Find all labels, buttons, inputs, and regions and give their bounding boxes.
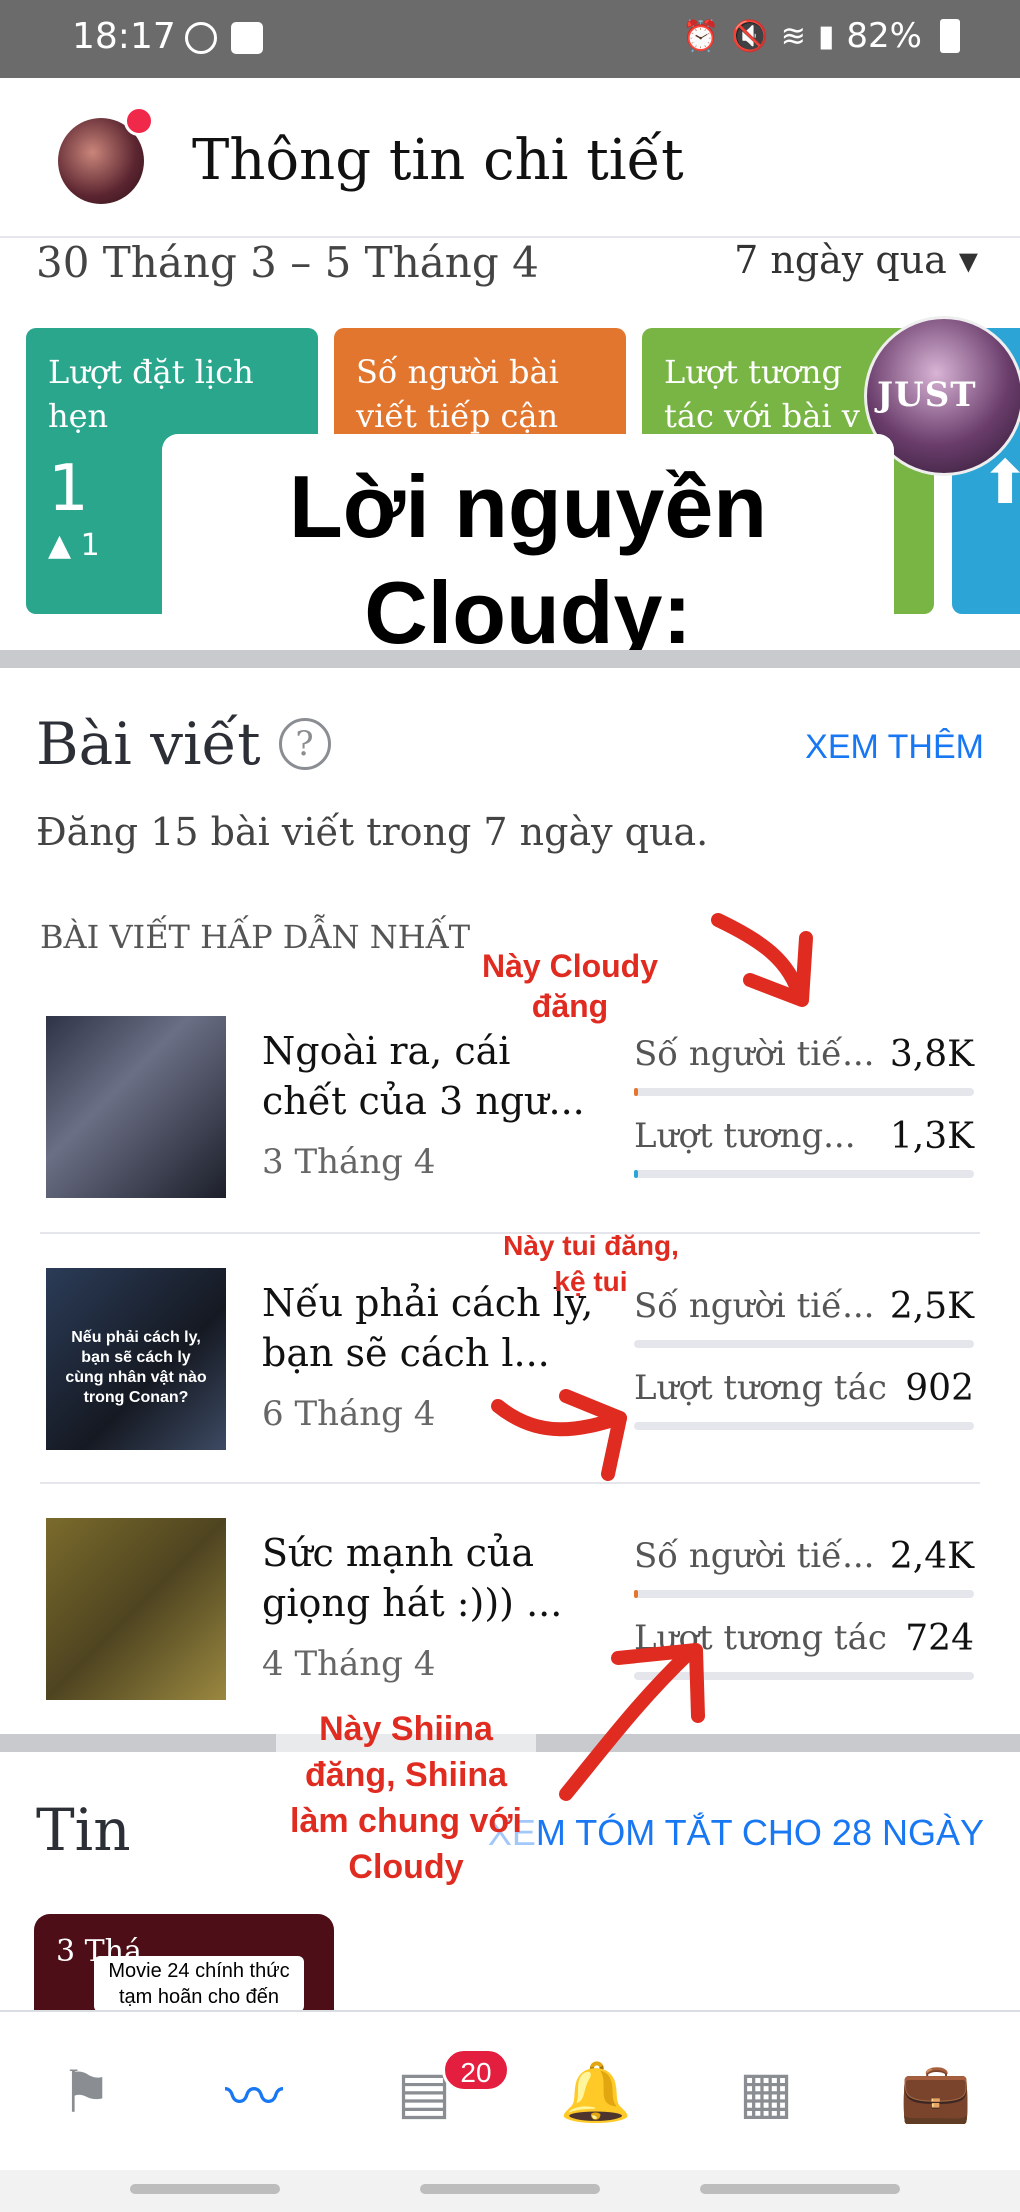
flag-icon[interactable]: ⚑ [46, 2052, 126, 2132]
caret-down-icon: ▾ [958, 238, 978, 282]
overlay-caption: Lời nguyền Cloudy: [162, 434, 894, 670]
card-label: Số người bài viết tiếp cận [356, 353, 559, 435]
reach-value: 2,5K [889, 1286, 974, 1327]
inbox-badge: 20 [442, 2048, 510, 2092]
summary-28-days-link[interactable]: XEM TÓM TẮT CHO 28 NGÀY [488, 1812, 984, 1854]
nav-recents[interactable] [130, 2184, 280, 2194]
help-icon[interactable]: ? [278, 718, 331, 770]
notification-dot [124, 106, 154, 136]
engagement-value: 724 [905, 1618, 974, 1659]
date-filter-label: 7 ngày qua [734, 238, 947, 282]
date-filter-dropdown[interactable]: 7 ngày qua ▾ [734, 238, 978, 282]
top-posts-caption: BÀI VIẾT HẤP DẪN NHẤT [40, 918, 471, 956]
story-text: Movie 24 chính thức tạm hoãn cho đến [94, 1956, 304, 2012]
status-icons-left [185, 22, 263, 54]
card-label: Lượt đặt lịch hẹn [48, 353, 254, 435]
thumbnail-text: Nếu phải cách ly, bạn sẽ cách ly cùng nh… [65, 1329, 207, 1406]
date-row: 30 Tháng 3 – 5 Tháng 4 7 ngày qua ▾ [0, 238, 1020, 308]
check-icon [231, 22, 263, 54]
nav-back[interactable] [700, 2184, 900, 2194]
post-thumbnail [46, 1518, 226, 1700]
post-date: 3 Tháng 4 [262, 1142, 436, 1182]
status-icons-right: ⏰ 🔇 ≋ ▮ 82% [682, 16, 960, 56]
annotation-arrow [711, 913, 807, 1005]
app-header: Thông tin chi tiết [0, 78, 1020, 238]
wifi-icon: ≋ [780, 18, 806, 54]
reach-bar [634, 1340, 974, 1348]
post-divider [40, 1482, 980, 1484]
post-date: 4 Tháng 4 [262, 1644, 436, 1684]
status-time: 18:17 [72, 16, 176, 57]
post-title: Ngoài ra, cái chết của 3 ngư... [262, 1029, 585, 1123]
stories-section-title: Tin [36, 1796, 131, 1864]
engagement-value: 902 [905, 1368, 974, 1409]
signal-icon: ▮ [817, 18, 835, 54]
engagement-bar [634, 1422, 974, 1430]
briefcase-icon[interactable]: 💼 [896, 2052, 976, 2132]
reach-bar [634, 1590, 974, 1598]
alarm-icon: ⏰ [682, 18, 720, 54]
annotation-note: Này Cloudy đăng [481, 948, 659, 1024]
insights-icon[interactable]: 〰 [214, 2052, 294, 2132]
annotation-note: Này tui đăng, kệ tui [503, 1230, 679, 1297]
engagement-label: Lượt tương tác [634, 1368, 887, 1408]
page-title: Thông tin chi tiết [192, 128, 684, 193]
engagement-label: Lượt tương... [634, 1116, 856, 1156]
reach-value: 3,8K [889, 1034, 974, 1075]
reach-bar [634, 1088, 974, 1096]
section-divider [0, 650, 1020, 668]
reach-bar-fill [634, 1088, 638, 1096]
triangle-up-icon: ▲ [48, 528, 72, 563]
reach-bar-fill [634, 1590, 638, 1598]
messenger-icon [185, 22, 217, 54]
reach-label: Số người tiế... [634, 1536, 875, 1576]
engagement-label: Lượt tương tác [634, 1618, 887, 1658]
post-title: Sức mạnh của giọng hát :))) ... [262, 1531, 563, 1625]
system-nav-bar [0, 2170, 1020, 2212]
annotation-arrow-head [743, 931, 813, 1007]
battery-percent: 82% [846, 16, 922, 56]
reach-value: 2,4K [889, 1536, 974, 1577]
bell-icon[interactable]: 🔔 [556, 2052, 636, 2132]
status-bar: 18:17 ⏰ 🔇 ≋ ▮ 82% [0, 0, 1020, 78]
post-date: 6 Tháng 4 [262, 1394, 436, 1434]
post-row[interactable]: Sức mạnh của giọng hát :))) ... 4 Tháng … [0, 1518, 1020, 1738]
nav-home[interactable] [420, 2184, 600, 2194]
overlay-text: Lời nguyền Cloudy: [288, 457, 768, 662]
reach-label: Số người tiế... [634, 1034, 875, 1074]
engagement-bar-fill [634, 1170, 638, 1178]
post-thumbnail: Nếu phải cách ly, bạn sẽ cách ly cùng nh… [46, 1268, 226, 1450]
battery-icon [940, 19, 960, 53]
calendar-icon[interactable]: ▦ [726, 2052, 806, 2132]
see-more-link[interactable]: XEM THÊM [805, 728, 984, 767]
engagement-value: 1,3K [889, 1116, 974, 1157]
post-row[interactable]: Ngoài ra, cái chết của 3 ngư... 3 Tháng … [0, 1016, 1020, 1236]
posts-summary: Đăng 15 bài viết trong 7 ngày qua. [36, 810, 709, 854]
engagement-bar [634, 1672, 974, 1680]
bottom-tab-bar: ⚑ 〰 ▤ 20 🔔 ▦ 💼 [0, 2010, 1020, 2170]
annotation-note: Này Shiina đăng, Shiina làm chung với Cl… [276, 1706, 536, 1890]
posts-section-title: Bài viết ? [36, 710, 331, 778]
engagement-bar [634, 1170, 974, 1178]
sticker-text: JUST [877, 375, 977, 415]
post-thumbnail [46, 1016, 226, 1198]
post-row[interactable]: Nếu phải cách ly, bạn sẽ cách ly cùng nh… [0, 1268, 1020, 1488]
mute-icon: 🔇 [731, 18, 769, 54]
date-range: 30 Tháng 3 – 5 Tháng 4 [36, 238, 539, 287]
